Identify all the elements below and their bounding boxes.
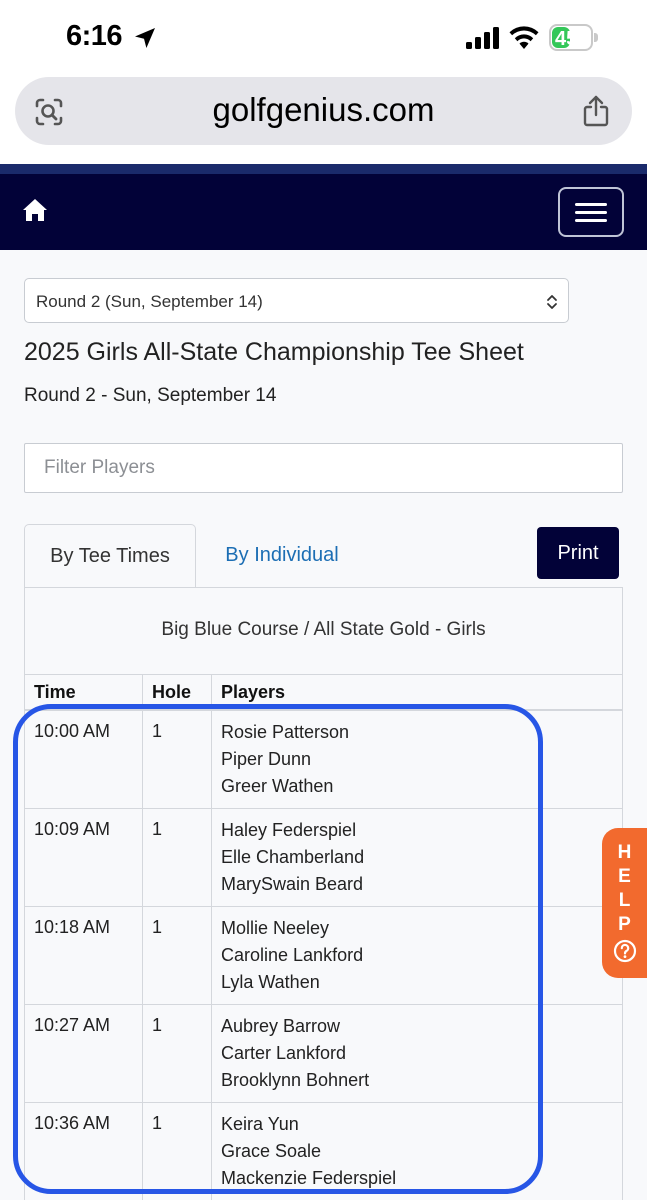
tee-time: 10:09 AM (25, 809, 143, 906)
header-hole: Hole (143, 675, 212, 709)
tee-hole: 1 (143, 1103, 212, 1200)
table-row: 10:00 AM 1 Rosie Patterson Piper Dunn Gr… (25, 711, 622, 809)
hamburger-menu-button[interactable] (558, 187, 624, 237)
tee-hole: 1 (143, 711, 212, 808)
chevron-up-down-icon (547, 295, 557, 309)
help-letter: E (618, 866, 631, 887)
tee-hole: 1 (143, 809, 212, 906)
players-cell: Haley Federspiel Elle Chamberland MarySw… (212, 809, 622, 906)
player-name: Piper Dunn (221, 749, 312, 769)
players-cell: Rosie Patterson Piper Dunn Greer Wathen (212, 711, 622, 808)
cellular-signal-icon (466, 27, 499, 49)
tee-sheet-table: Big Blue Course / All State Gold - Girls… (24, 587, 623, 1200)
share-icon[interactable] (581, 95, 611, 127)
tee-time: 10:27 AM (25, 1005, 143, 1102)
navbar-accent-line (0, 164, 647, 174)
help-letter: P (618, 914, 631, 935)
round-select-value: Round 2 (Sun, September 14) (36, 292, 263, 311)
player-name: Greer Wathen (221, 776, 334, 796)
player-name: Carter Lankford (221, 1043, 347, 1063)
help-letter: L (618, 890, 631, 911)
table-header-row: Time Hole Players (25, 675, 622, 711)
player-name: Caroline Lankford (221, 945, 364, 965)
header-time: Time (25, 675, 143, 709)
status-time: 6:16 (66, 20, 123, 52)
tab-by-individual[interactable]: By Individual (196, 524, 368, 586)
url-text[interactable]: golfgenius.com (15, 91, 632, 129)
table-row: 10:27 AM 1 Aubrey Barrow Carter Lankford… (25, 1005, 622, 1103)
table-row: 10:36 AM 1 Keira Yun Grace Soale Mackenz… (25, 1103, 622, 1200)
players-cell: Keira Yun Grace Soale Mackenzie Federspi… (212, 1103, 622, 1200)
player-name: Lyla Wathen (221, 972, 320, 992)
header-players: Players (221, 682, 286, 702)
help-letter: H (617, 842, 632, 863)
table-row: 10:18 AM 1 Mollie Neeley Caroline Lankfo… (25, 907, 622, 1005)
players-cell: Mollie Neeley Caroline Lankford Lyla Wat… (212, 907, 622, 1004)
filter-players-input[interactable] (24, 443, 623, 493)
site-navbar (0, 174, 647, 250)
tab-by-tee-times[interactable]: By Tee Times (24, 524, 196, 587)
help-tab[interactable]: H E L P (602, 828, 647, 978)
battery-indicator: 45 (549, 24, 599, 51)
player-name: Aubrey Barrow (221, 1016, 341, 1036)
player-name: MarySwain Beard (221, 874, 364, 894)
tee-time: 10:18 AM (25, 907, 143, 1004)
player-name: Grace Soale (221, 1141, 322, 1161)
page-title: 2025 Girls All-State Championship Tee Sh… (24, 338, 524, 366)
print-button[interactable]: Print (537, 527, 619, 579)
round-select[interactable]: Round 2 (Sun, September 14) (24, 278, 569, 323)
wifi-icon (509, 26, 539, 49)
address-bar[interactable]: golfgenius.com (15, 77, 632, 145)
question-circle-icon (613, 939, 637, 963)
tee-hole: 1 (143, 1005, 212, 1102)
player-name: Brooklynn Bohnert (221, 1070, 370, 1090)
battery-percent: 45 (555, 28, 578, 50)
player-name: Mackenzie Federspiel (221, 1168, 397, 1188)
player-name: Keira Yun (221, 1114, 299, 1134)
tee-time: 10:36 AM (25, 1103, 143, 1200)
home-icon[interactable] (22, 198, 48, 222)
course-name: Big Blue Course / All State Gold - Girls (25, 588, 622, 675)
location-arrow-icon (135, 28, 155, 48)
player-name: Haley Federspiel (221, 820, 357, 840)
status-bar: 6:16 45 (0, 0, 647, 70)
player-name: Elle Chamberland (221, 847, 365, 867)
table-row: 10:09 AM 1 Haley Federspiel Elle Chamber… (25, 809, 622, 907)
tee-hole: 1 (143, 907, 212, 1004)
player-name: Rosie Patterson (221, 722, 350, 742)
page-subtitle: Round 2 - Sun, September 14 (24, 385, 277, 406)
players-cell: Aubrey Barrow Carter Lankford Brooklynn … (212, 1005, 622, 1102)
hamburger-menu-icon (575, 203, 607, 206)
player-name: Mollie Neeley (221, 918, 330, 938)
main-content: Round 2 (Sun, September 14) 2025 Girls A… (0, 250, 647, 1200)
tee-time: 10:00 AM (25, 711, 143, 808)
